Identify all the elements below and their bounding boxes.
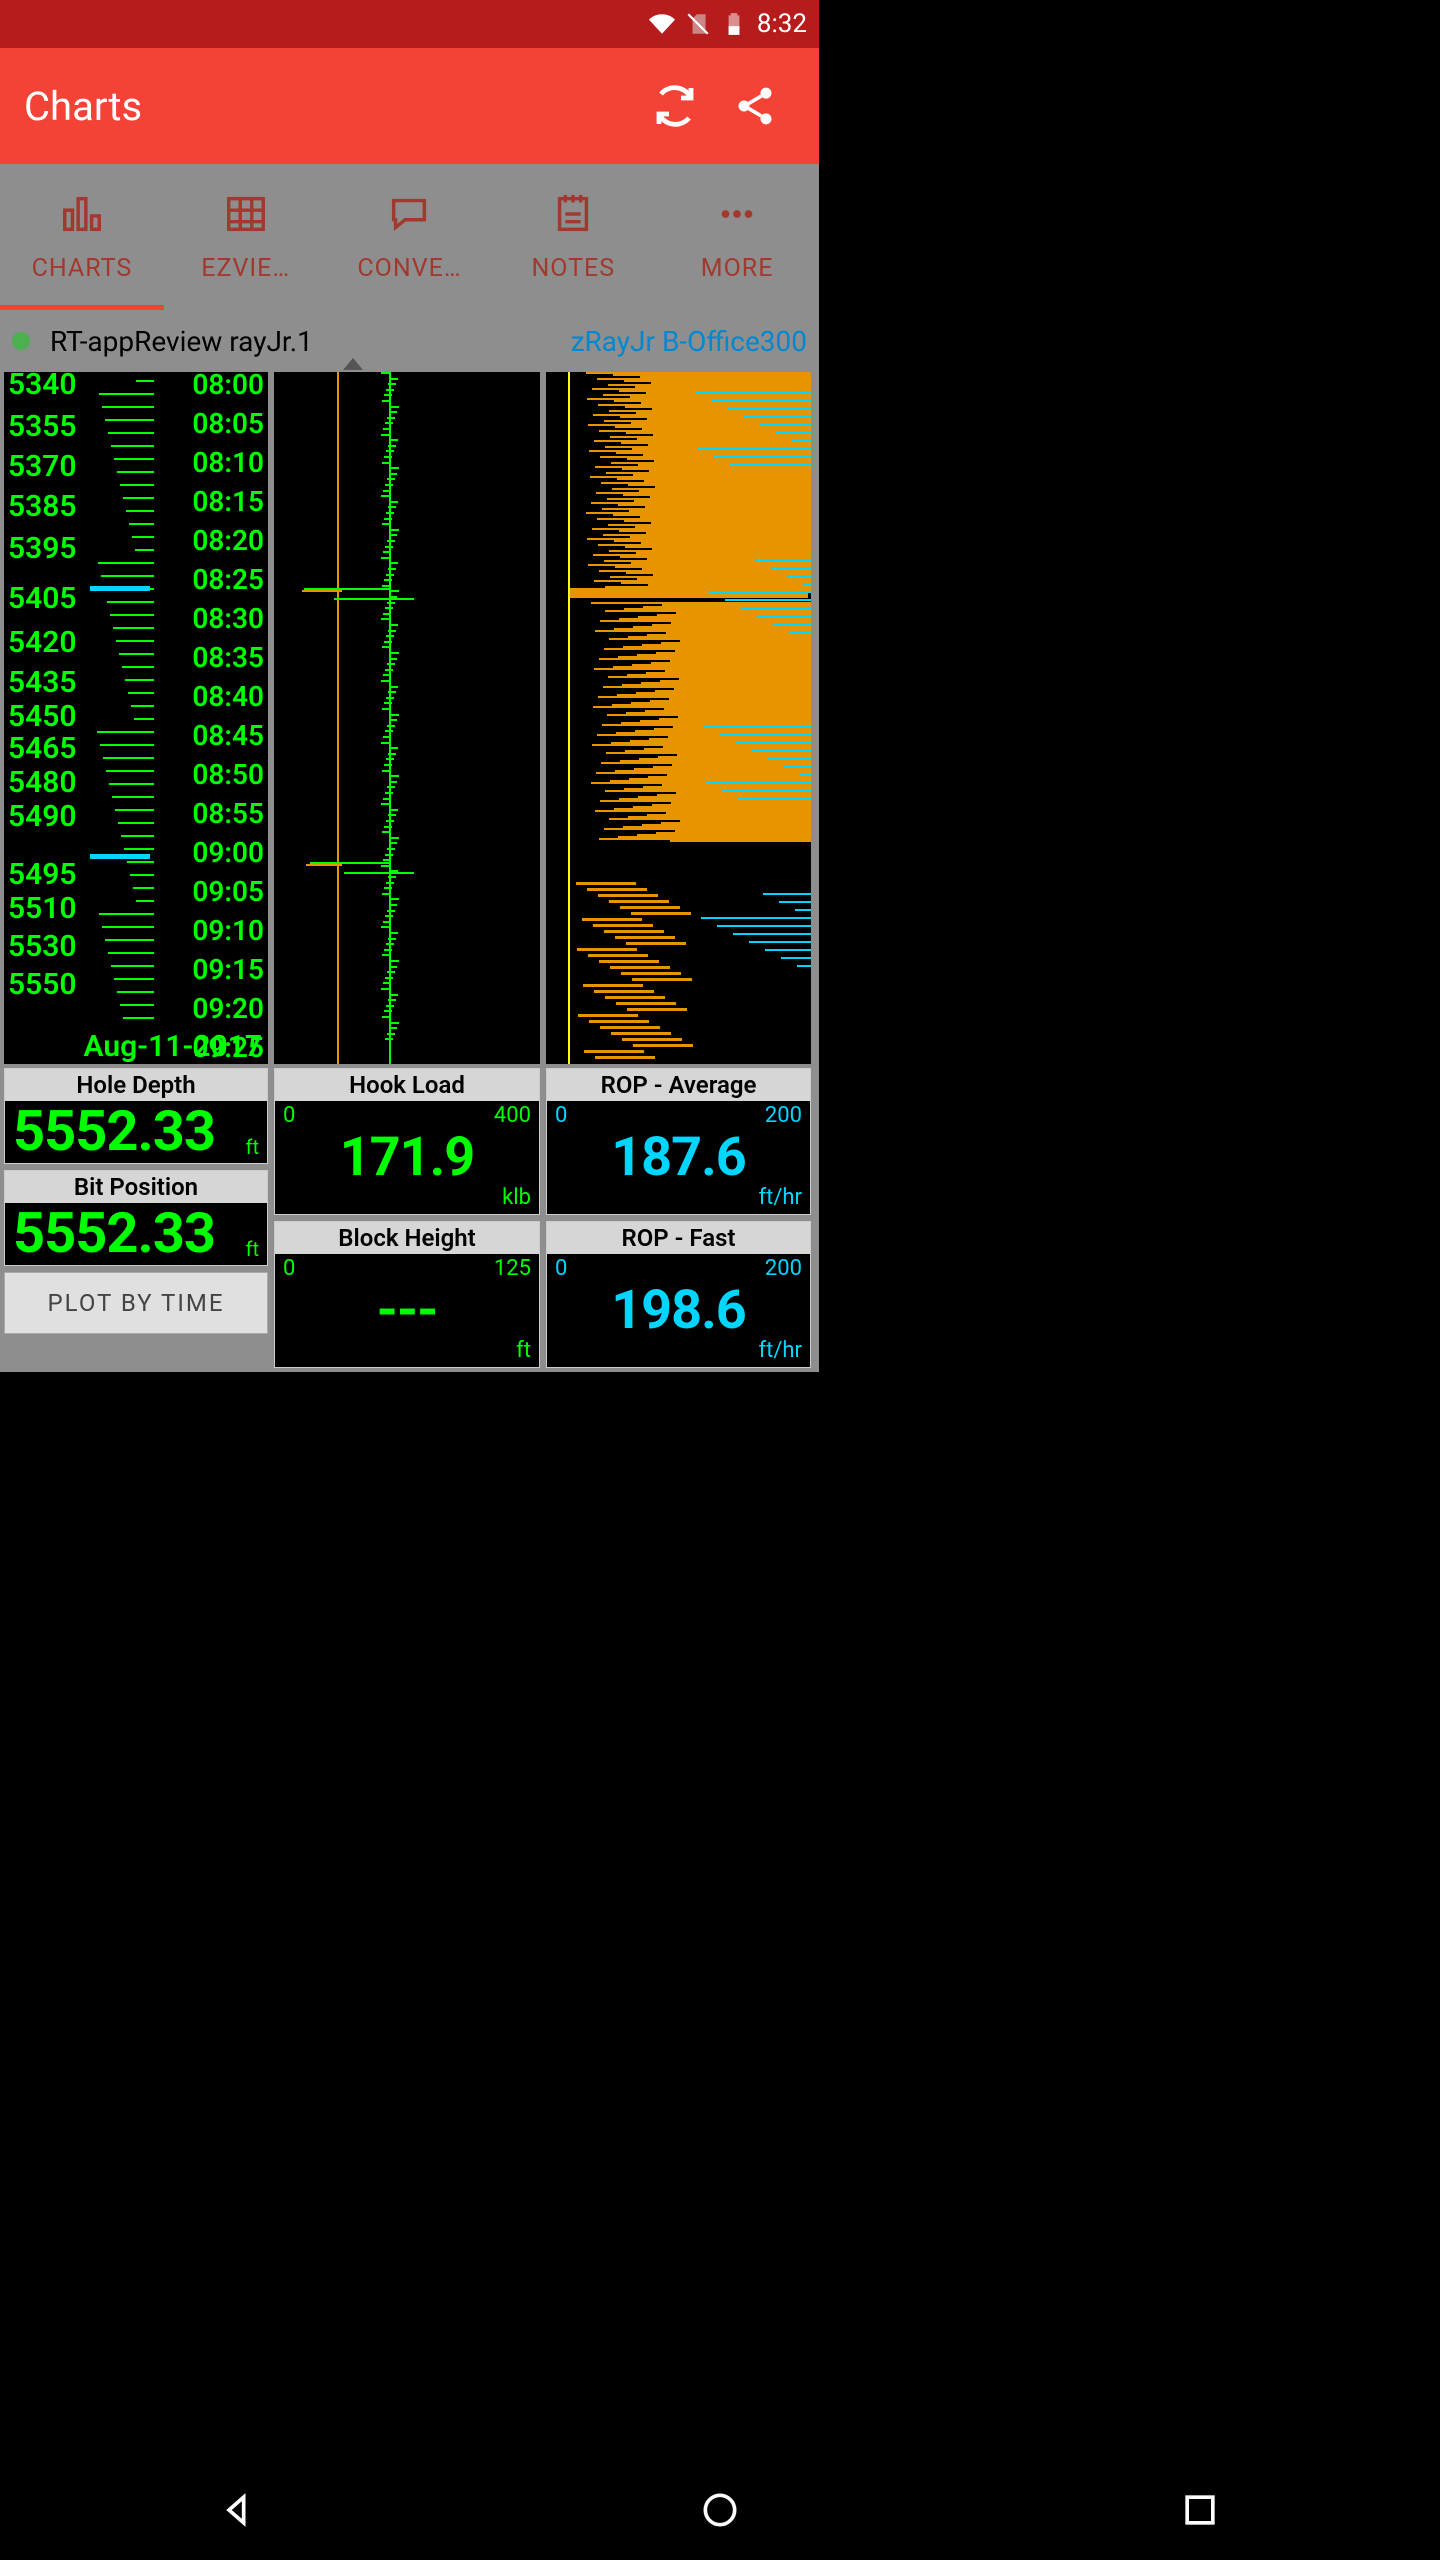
spike	[302, 590, 342, 592]
notes-icon	[548, 191, 598, 244]
tab-label: EZVIE…	[201, 254, 290, 283]
wifi-icon	[649, 11, 675, 37]
status-time: 8:32	[757, 9, 807, 39]
tab-charts[interactable]: CHARTS	[0, 164, 164, 310]
share-button[interactable]	[715, 66, 795, 146]
dropdown-caret-icon[interactable]	[343, 325, 363, 370]
gauge-hook-load[interactable]: Hook Load 0 400 171.9 klb	[274, 1068, 540, 1215]
tab-conversation[interactable]: CONVE…	[328, 164, 492, 310]
gauge-min: 0	[283, 1256, 295, 1290]
gauge-max: 200	[765, 1256, 802, 1290]
gauge-bit-position[interactable]: Bit Position 5552.33 ft	[4, 1170, 268, 1266]
grid-icon	[221, 191, 271, 244]
spike	[334, 598, 414, 600]
tab-label: MORE	[701, 254, 774, 283]
gauge-title: Hook Load	[275, 1069, 539, 1101]
gauge-hole-depth[interactable]: Hole Depth 5552.33 ft	[4, 1068, 268, 1164]
gauge-unit: ft	[246, 1237, 260, 1261]
gauge-title: ROP - Average	[547, 1069, 810, 1101]
gauge-min: 0	[555, 1256, 567, 1290]
page-title: Charts	[24, 83, 635, 130]
rop-yellow-trace	[568, 372, 570, 1064]
gauge-unit: klb	[502, 1185, 531, 1210]
gauge-value: 5552.33	[13, 1205, 259, 1261]
status-bar: 8:32	[0, 0, 819, 48]
tab-label: CONVE…	[357, 254, 461, 283]
hookload-orange-trace	[337, 372, 339, 1064]
tab-ezview[interactable]: EZVIE…	[164, 164, 328, 310]
gauge-panel: Hole Depth 5552.33 ft Bit Position 5552.…	[0, 1064, 819, 1372]
gauge-value: 5552.33	[13, 1103, 259, 1159]
no-sim-icon	[685, 11, 711, 37]
gauge-title: Bit Position	[5, 1171, 267, 1203]
plot-by-time-button[interactable]: PLOT BY TIME	[4, 1272, 268, 1334]
tab-label: CHARTS	[32, 254, 133, 283]
refresh-button[interactable]	[635, 66, 715, 146]
context-bar: RT-appReview rayJr.1 zRayJr B-Office300	[0, 310, 819, 372]
gauge-max: 400	[494, 1103, 531, 1137]
gauge-min: 0	[283, 1103, 295, 1137]
gauge-rop-fast[interactable]: ROP - Fast 0 200 198.6 ft/hr	[546, 1221, 811, 1368]
spike	[306, 864, 342, 866]
gauge-unit: ft	[246, 1135, 260, 1159]
date-label: Aug-11-2017	[83, 1029, 262, 1064]
tab-bar: CHARTS EZVIE… CONVE… NOTES MORE	[0, 164, 819, 310]
depth-ticks	[94, 372, 164, 1064]
depth-axis: 5325534053555370538553955405542054355450…	[8, 372, 77, 1000]
gauge-rop-avg[interactable]: ROP - Average 0 200 187.6 ft/hr	[546, 1068, 811, 1215]
overview-button[interactable]	[1178, 2488, 1222, 2536]
gauge-unit: ft	[516, 1338, 531, 1363]
gauge-value: ---	[275, 1284, 539, 1338]
nav-bar	[0, 2464, 1440, 2560]
tab-notes[interactable]: NOTES	[491, 164, 655, 310]
chart-icon	[57, 191, 107, 244]
well-selector[interactable]: RT-appReview rayJr.1	[50, 325, 313, 358]
time-axis: 08:0008:0508:1008:1508:2008:2508:3008:35…	[192, 372, 264, 1064]
gauge-unit: ft/hr	[759, 1185, 803, 1210]
gauge-value: 171.9	[275, 1131, 539, 1185]
app-bar: Charts	[0, 48, 819, 164]
chart-area[interactable]: 5325534053555370538553955405542054355450…	[0, 372, 819, 1064]
hookload-track[interactable]	[274, 372, 540, 1064]
gauge-max: 200	[765, 1103, 802, 1137]
status-dot	[12, 332, 30, 350]
gauge-title: ROP - Fast	[547, 1222, 810, 1254]
rig-link[interactable]: zRayJr B-Office300	[571, 325, 807, 358]
battery-icon	[721, 11, 747, 37]
gauge-max: 125	[494, 1256, 531, 1290]
rop-track[interactable]	[546, 372, 811, 1064]
depth-track[interactable]: 5325534053555370538553955405542054355450…	[4, 372, 268, 1064]
gauge-value: 187.6	[547, 1131, 810, 1185]
spike	[344, 872, 414, 874]
home-button[interactable]	[698, 2488, 742, 2536]
back-button[interactable]	[218, 2488, 262, 2536]
tab-more[interactable]: MORE	[655, 164, 819, 310]
gauge-min: 0	[555, 1103, 567, 1137]
tab-label: NOTES	[531, 254, 615, 283]
chat-icon	[384, 191, 434, 244]
more-icon	[712, 191, 762, 244]
gauge-value: 198.6	[547, 1284, 810, 1338]
gauge-unit: ft/hr	[759, 1338, 803, 1363]
gauge-block-height[interactable]: Block Height 0 125 --- ft	[274, 1221, 540, 1368]
gauge-title: Block Height	[275, 1222, 539, 1254]
gauge-title: Hole Depth	[5, 1069, 267, 1101]
